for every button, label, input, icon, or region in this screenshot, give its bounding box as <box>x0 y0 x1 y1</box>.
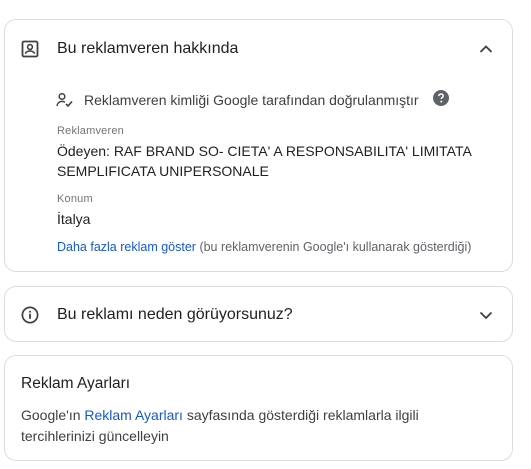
advertiser-card-title: Bu reklamveren hakkında <box>57 40 239 57</box>
why-ad-header[interactable]: Bu reklamı neden görüyorsunuz? <box>21 303 496 327</box>
info-icon <box>21 306 39 324</box>
advertiser-value: Ödeyen: RAF BRAND SO- CIETA' A RESPONSAB… <box>57 143 472 179</box>
advertiser-card: Bu reklamveren hakkında Reklamveren kiml… <box>4 19 513 272</box>
help-icon[interactable] <box>432 90 449 109</box>
why-ad-card[interactable]: Bu reklamı neden görüyorsunuz? <box>4 286 513 342</box>
verified-text: Reklamveren kimliği Google tarafından do… <box>84 91 419 108</box>
more-ads-link[interactable]: Daha fazla reklam göster <box>57 240 196 254</box>
why-ad-title: Bu reklamı neden görüyorsunuz? <box>57 306 293 323</box>
ad-settings-card: Reklam Ayarları Google'ın Reklam Ayarlar… <box>4 355 513 461</box>
more-ads-note: (bu reklamverenin Google'ı kullanarak gö… <box>199 240 472 254</box>
ad-settings-text-prefix: Google'ın <box>21 407 85 423</box>
verified-row: Reklamveren kimliği Google tarafından do… <box>56 90 449 109</box>
advertiser-card-header[interactable]: Bu reklamveren hakkında <box>21 37 496 61</box>
verified-user-icon <box>56 92 74 108</box>
chevron-down-icon[interactable] <box>476 305 496 325</box>
more-ads-row: Daha fazla reklam göster (bu reklamveren… <box>57 240 471 254</box>
ad-settings-title: Reklam Ayarları <box>21 375 131 392</box>
location-value: İtalya <box>57 211 91 227</box>
location-label: Konum <box>57 193 93 205</box>
ad-settings-link[interactable]: Reklam Ayarları <box>84 407 183 423</box>
ad-settings-text: Google'ın Reklam Ayarları sayfasında gös… <box>21 405 461 447</box>
advertiser-label: Reklamveren <box>57 125 125 137</box>
chevron-up-icon[interactable] <box>476 39 496 59</box>
advertiser-profile-icon <box>21 40 39 58</box>
